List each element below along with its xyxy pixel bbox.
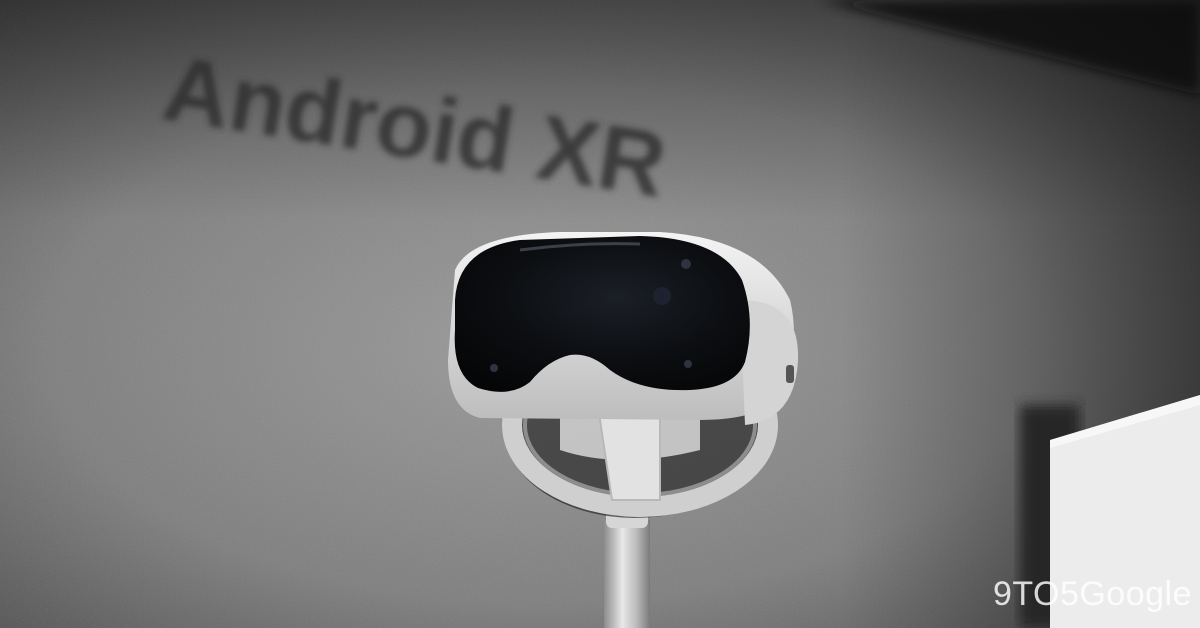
headset-photo: Android XR <box>0 0 1200 628</box>
headset <box>448 232 799 425</box>
watermark-logo: 9TO5Google <box>992 575 1192 613</box>
photo-scene: Android XR 9TO5Google <box>0 0 1200 628</box>
